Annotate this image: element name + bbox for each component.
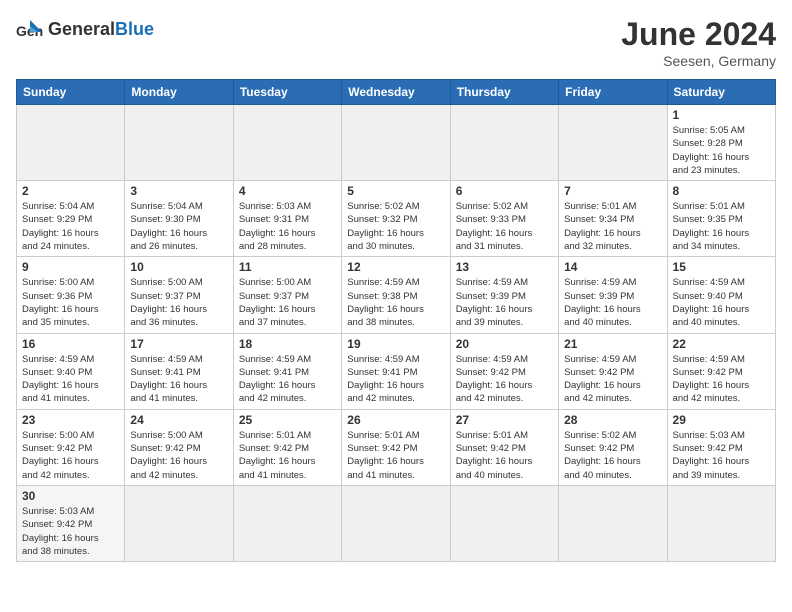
logo-blue: Blue [115,19,154,39]
day-9: 9 Sunrise: 5:00 AMSunset: 9:36 PMDayligh… [17,257,125,333]
day-26: 26 Sunrise: 5:01 AMSunset: 9:42 PMDaylig… [342,409,450,485]
empty-cell [125,485,233,561]
calendar-row-1: 1 Sunrise: 5:05 AMSunset: 9:28 PMDayligh… [17,105,776,181]
calendar-row-2: 2 Sunrise: 5:04 AMSunset: 9:29 PMDayligh… [17,181,776,257]
day-7: 7 Sunrise: 5:01 AMSunset: 9:34 PMDayligh… [559,181,667,257]
day-21: 21 Sunrise: 4:59 AMSunset: 9:42 PMDaylig… [559,333,667,409]
header-friday: Friday [559,80,667,105]
calendar-title: June 2024 [621,16,776,53]
day-15: 15 Sunrise: 4:59 AMSunset: 9:40 PMDaylig… [667,257,775,333]
calendar-row-3: 9 Sunrise: 5:00 AMSunset: 9:36 PMDayligh… [17,257,776,333]
weekday-header-row: Sunday Monday Tuesday Wednesday Thursday… [17,80,776,105]
day-14: 14 Sunrise: 4:59 AMSunset: 9:39 PMDaylig… [559,257,667,333]
calendar-table: Sunday Monday Tuesday Wednesday Thursday… [16,79,776,562]
empty-cell [559,485,667,561]
title-block: June 2024 Seesen, Germany [621,16,776,69]
empty-cell [667,485,775,561]
day-18: 18 Sunrise: 4:59 AMSunset: 9:41 PMDaylig… [233,333,341,409]
empty-cell [450,485,558,561]
day-3: 3 Sunrise: 5:04 AMSunset: 9:30 PMDayligh… [125,181,233,257]
day-29: 29 Sunrise: 5:03 AMSunset: 9:42 PMDaylig… [667,409,775,485]
day-22: 22 Sunrise: 4:59 AMSunset: 9:42 PMDaylig… [667,333,775,409]
header-sunday: Sunday [17,80,125,105]
day-6: 6 Sunrise: 5:02 AMSunset: 9:33 PMDayligh… [450,181,558,257]
calendar-row-4: 16 Sunrise: 4:59 AMSunset: 9:40 PMDaylig… [17,333,776,409]
day-30: 30 Sunrise: 5:03 AMSunset: 9:42 PMDaylig… [17,485,125,561]
header-thursday: Thursday [450,80,558,105]
page-header: Gen GeneralBlue June 2024 Seesen, German… [16,16,776,69]
logo-icon: Gen [16,16,44,44]
calendar-row-5: 23 Sunrise: 5:00 AMSunset: 9:42 PMDaylig… [17,409,776,485]
logo-general: General [48,19,115,39]
day-11: 11 Sunrise: 5:00 AMSunset: 9:37 PMDaylig… [233,257,341,333]
empty-cell [342,105,450,181]
empty-cell [233,105,341,181]
day-10: 10 Sunrise: 5:00 AMSunset: 9:37 PMDaylig… [125,257,233,333]
logo-text: GeneralBlue [48,20,154,40]
day-12: 12 Sunrise: 4:59 AMSunset: 9:38 PMDaylig… [342,257,450,333]
day-1-info: Sunrise: 5:05 AMSunset: 9:28 PMDaylight:… [673,124,770,177]
calendar-row-6: 30 Sunrise: 5:03 AMSunset: 9:42 PMDaylig… [17,485,776,561]
day-27: 27 Sunrise: 5:01 AMSunset: 9:42 PMDaylig… [450,409,558,485]
day-24: 24 Sunrise: 5:00 AMSunset: 9:42 PMDaylig… [125,409,233,485]
header-saturday: Saturday [667,80,775,105]
day-1: 1 Sunrise: 5:05 AMSunset: 9:28 PMDayligh… [667,105,775,181]
header-tuesday: Tuesday [233,80,341,105]
empty-cell [17,105,125,181]
empty-cell [125,105,233,181]
day-8: 8 Sunrise: 5:01 AMSunset: 9:35 PMDayligh… [667,181,775,257]
day-5: 5 Sunrise: 5:02 AMSunset: 9:32 PMDayligh… [342,181,450,257]
day-2: 2 Sunrise: 5:04 AMSunset: 9:29 PMDayligh… [17,181,125,257]
day-25: 25 Sunrise: 5:01 AMSunset: 9:42 PMDaylig… [233,409,341,485]
day-28: 28 Sunrise: 5:02 AMSunset: 9:42 PMDaylig… [559,409,667,485]
day-16: 16 Sunrise: 4:59 AMSunset: 9:40 PMDaylig… [17,333,125,409]
empty-cell [233,485,341,561]
empty-cell [450,105,558,181]
header-wednesday: Wednesday [342,80,450,105]
day-20: 20 Sunrise: 4:59 AMSunset: 9:42 PMDaylig… [450,333,558,409]
day-19: 19 Sunrise: 4:59 AMSunset: 9:41 PMDaylig… [342,333,450,409]
logo: Gen GeneralBlue [16,16,154,44]
day-17: 17 Sunrise: 4:59 AMSunset: 9:41 PMDaylig… [125,333,233,409]
header-monday: Monday [125,80,233,105]
empty-cell [559,105,667,181]
day-4: 4 Sunrise: 5:03 AMSunset: 9:31 PMDayligh… [233,181,341,257]
calendar-location: Seesen, Germany [621,53,776,69]
empty-cell [342,485,450,561]
day-23: 23 Sunrise: 5:00 AMSunset: 9:42 PMDaylig… [17,409,125,485]
day-13: 13 Sunrise: 4:59 AMSunset: 9:39 PMDaylig… [450,257,558,333]
